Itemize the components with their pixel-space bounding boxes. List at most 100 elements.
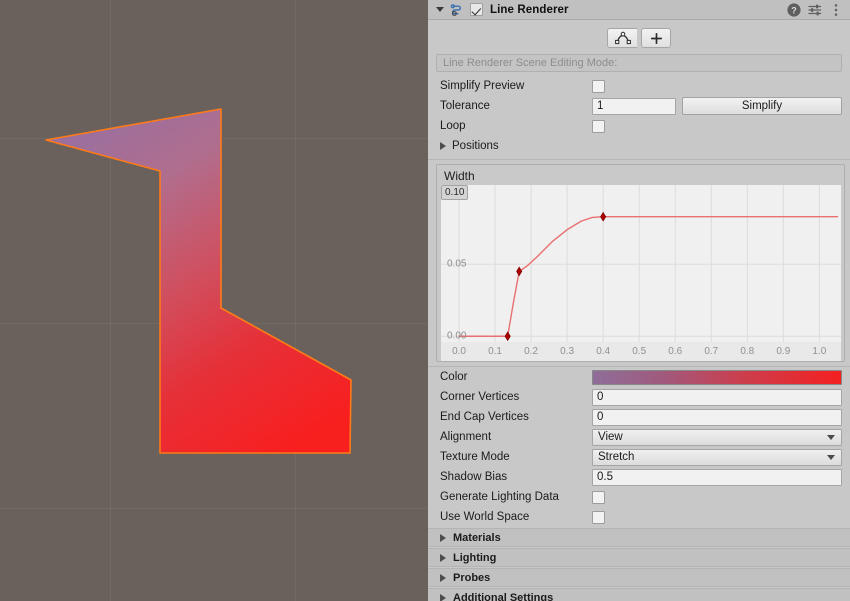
- chevron-right-icon: [440, 534, 446, 542]
- unity-editor-window: Line Renderer ?: [0, 0, 850, 601]
- add-point-button[interactable]: [641, 28, 671, 48]
- section-lighting[interactable]: Lighting: [428, 548, 850, 567]
- preset-icon[interactable]: [807, 2, 823, 18]
- field-corner-vertices: 0: [592, 389, 842, 406]
- row-texture-mode: Texture Mode Stretch: [428, 447, 850, 467]
- field-tolerance: 1 Simplify: [592, 97, 842, 115]
- scene-view[interactable]: [0, 0, 428, 601]
- field-loop: [592, 120, 842, 133]
- chevron-right-icon: [440, 594, 446, 601]
- x-tick-label: 0.9: [776, 346, 790, 357]
- label-shadow-bias: Shadow Bias: [440, 471, 592, 483]
- width-curve-plot[interactable]: 0.00 0.05: [441, 185, 841, 342]
- generate-lighting-data-checkbox[interactable]: [592, 491, 605, 504]
- chevron-down-icon: [827, 455, 835, 460]
- component-header[interactable]: Line Renderer ?: [428, 0, 850, 20]
- end-cap-vertices-input[interactable]: 0: [592, 409, 842, 426]
- row-corner-vertices: Corner Vertices 0: [428, 387, 850, 407]
- inspector-body: Line Renderer Scene Editing Mode: Simpli…: [428, 20, 850, 601]
- edit-points-button[interactable]: [607, 28, 637, 48]
- section-additional-settings[interactable]: Additional Settings: [428, 588, 850, 601]
- row-tolerance: Tolerance 1 Simplify: [428, 96, 850, 116]
- help-icon[interactable]: ?: [786, 2, 802, 18]
- chevron-down-icon: [827, 435, 835, 440]
- row-use-world-space: Use World Space: [428, 507, 850, 527]
- use-world-space-checkbox[interactable]: [592, 511, 605, 524]
- width-curve-title: Width: [444, 169, 475, 183]
- field-simplify-preview: [592, 80, 842, 93]
- row-color: Color: [428, 367, 850, 387]
- scene-editing-helpbox: Line Renderer Scene Editing Mode:: [436, 54, 842, 72]
- x-tick-label: 0.8: [740, 346, 754, 357]
- row-shadow-bias: Shadow Bias 0.5: [428, 467, 850, 487]
- field-color: [592, 370, 842, 385]
- label-simplify-preview: Simplify Preview: [440, 80, 592, 92]
- row-simplify-preview: Simplify Preview: [428, 76, 850, 96]
- shadow-bias-input[interactable]: 0.5: [592, 469, 842, 486]
- field-use-world-space: [592, 511, 842, 524]
- tolerance-input[interactable]: 1: [592, 98, 676, 115]
- chevron-right-icon: [440, 574, 446, 582]
- row-generate-lighting-data: Generate Lighting Data: [428, 487, 850, 507]
- chevron-right-icon: [440, 554, 446, 562]
- line-renderer-icon: [450, 2, 465, 17]
- y-tick-label: 0.05: [447, 259, 466, 270]
- label-texture-mode: Texture Mode: [440, 451, 592, 463]
- field-end-cap-vertices: 0: [592, 409, 842, 426]
- line-renderer-mesh: [0, 0, 428, 601]
- line-editing-toolbar: [428, 20, 850, 54]
- label-generate-lighting-data: Generate Lighting Data: [440, 491, 592, 503]
- section-label: Probes: [453, 572, 490, 584]
- component-title: Line Renderer: [490, 4, 569, 16]
- inspector-panel: Line Renderer ?: [428, 0, 850, 601]
- alignment-dropdown[interactable]: View: [592, 429, 842, 446]
- texture-mode-value: Stretch: [598, 451, 634, 463]
- row-loop: Loop: [428, 116, 850, 136]
- x-tick-label: 0.6: [668, 346, 682, 357]
- row-end-cap-vertices: End Cap Vertices 0: [428, 407, 850, 427]
- label-loop: Loop: [440, 120, 592, 132]
- simplify-button[interactable]: Simplify: [682, 97, 842, 115]
- width-curve-max-label: 0.10: [441, 185, 468, 200]
- field-texture-mode: Stretch: [592, 449, 842, 466]
- divider: [428, 159, 850, 160]
- y-tick-label: 0.00: [447, 331, 466, 342]
- field-generate-lighting-data: [592, 491, 842, 504]
- label-alignment: Alignment: [440, 431, 592, 443]
- simplify-preview-checkbox[interactable]: [592, 80, 605, 93]
- component-enabled-checkbox[interactable]: [470, 3, 483, 16]
- label-tolerance: Tolerance: [440, 100, 592, 112]
- field-alignment: View: [592, 429, 842, 446]
- width-curve-x-axis: 0.00.10.20.30.40.50.60.70.80.91.0: [441, 342, 841, 361]
- curve-keyframe[interactable]: [517, 267, 522, 275]
- x-tick-label: 0.4: [596, 346, 610, 357]
- curve-edit-icon: [615, 31, 631, 45]
- section-materials[interactable]: Materials: [428, 528, 850, 547]
- plus-icon: [650, 32, 663, 45]
- curve-keyframe[interactable]: [601, 213, 606, 221]
- foldout-positions[interactable]: Positions: [428, 136, 850, 156]
- context-menu-icon[interactable]: [828, 2, 844, 18]
- x-tick-label: 0.3: [560, 346, 574, 357]
- label-color: Color: [440, 371, 592, 383]
- x-tick-label: 0.5: [632, 346, 646, 357]
- color-gradient-swatch[interactable]: [592, 370, 842, 385]
- x-tick-label: 0.7: [704, 346, 718, 357]
- loop-checkbox[interactable]: [592, 120, 605, 133]
- width-curve-panel[interactable]: Width 0.10 0.000.05 0.00.10.20.30.40.50.…: [436, 164, 845, 362]
- section-probes[interactable]: Probes: [428, 568, 850, 587]
- x-tick-label: 1.0: [812, 346, 826, 357]
- width-curve-svg: [441, 185, 841, 342]
- section-label: Materials: [453, 532, 501, 544]
- field-shadow-bias: 0.5: [592, 469, 842, 486]
- x-tick-label: 0.1: [488, 346, 502, 357]
- row-alignment: Alignment View: [428, 427, 850, 447]
- collapsed-sections: Materials Lighting Probes Additional Settin…: [428, 528, 850, 601]
- texture-mode-dropdown[interactable]: Stretch: [592, 449, 842, 466]
- component-foldout-arrow-icon[interactable]: [436, 7, 444, 12]
- chevron-right-icon: [440, 142, 446, 150]
- corner-vertices-input[interactable]: 0: [592, 389, 842, 406]
- curve-keyframe[interactable]: [505, 332, 510, 340]
- section-label: Lighting: [453, 552, 496, 564]
- svg-text:?: ?: [791, 5, 797, 15]
